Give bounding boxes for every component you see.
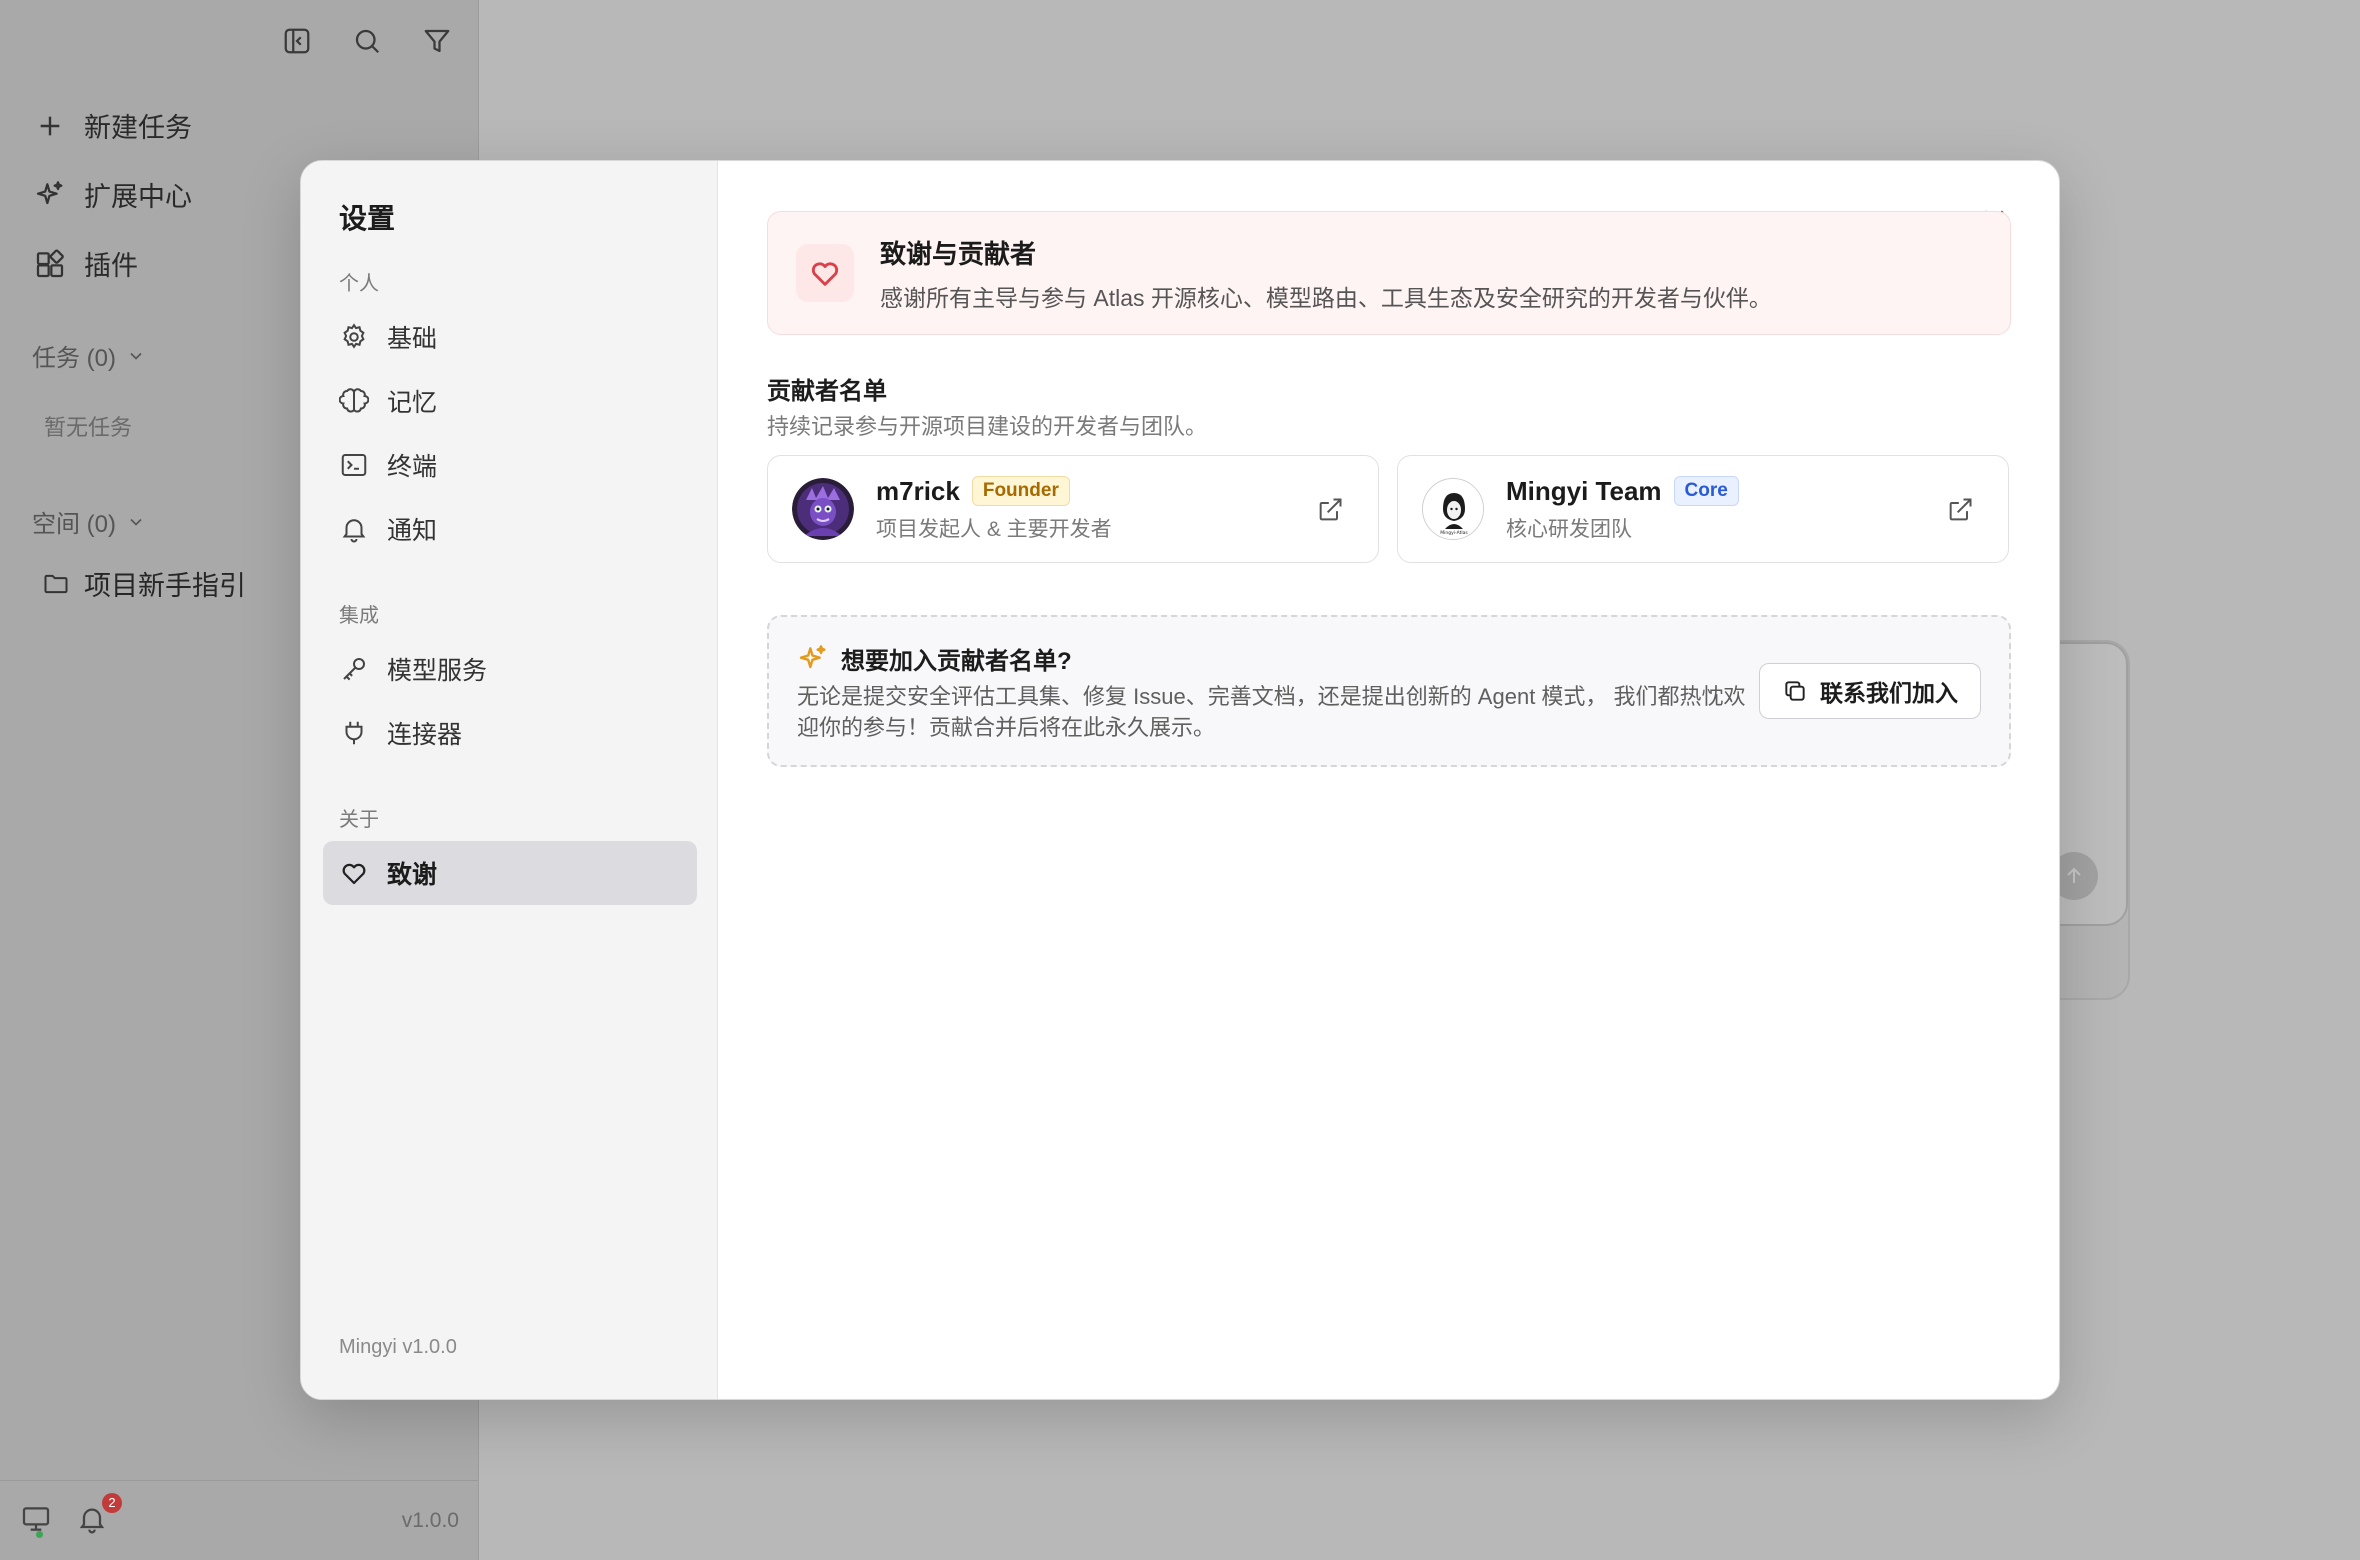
settings-item-connectors[interactable]: 连接器 [323, 701, 697, 765]
settings-item-thanks[interactable]: 致谢 [323, 841, 697, 905]
settings-item-models[interactable]: 模型服务 [323, 637, 697, 701]
arrow-up-icon [2067, 867, 2081, 883]
monitor-button[interactable] [20, 1503, 56, 1539]
contributor-info: m7rick Founder 项目发起人 & 主要开发者 [876, 476, 1112, 543]
core-badge: Core [1673, 476, 1739, 506]
group-integration-label: 集成 [339, 605, 379, 627]
status-dot [36, 1530, 43, 1538]
monitor-icon [22, 1506, 50, 1531]
space-item-guide[interactable]: 项目新手指引 [42, 564, 246, 603]
settings-item-terminal[interactable]: 终端 [323, 433, 697, 497]
settings-content: 致谢与贡献者 感谢所有主导与参与 Atlas 开源核心、模型路由、工具生态及安全… [719, 161, 2059, 1399]
key-icon [343, 658, 365, 681]
contributor-name-row: Mingyi Team Core [1506, 476, 1739, 507]
collapse-sidebar-icon[interactable] [280, 24, 314, 58]
external-link-icon [1949, 498, 1972, 521]
svg-text:Mingyi-Atlas: Mingyi-Atlas [1440, 530, 1468, 536]
join-description: 无论是提交安全评估工具集、修复 Issue、完善文档，还是提出创新的 Agent… [797, 684, 1746, 740]
app-version: v1.0.0 [401, 1508, 459, 1532]
external-link-button[interactable] [1316, 496, 1344, 524]
contact-join-label: 联系我们加入 [1820, 680, 1958, 706]
filter-icon[interactable] [420, 24, 454, 58]
tasks-section-toggle[interactable]: 任务 (0) [32, 338, 146, 373]
contributor-card[interactable]: m7rick Founder 项目发起人 & 主要开发者 [767, 455, 1379, 563]
bell-icon [342, 519, 366, 543]
settings-item-terminal-label: 终端 [387, 453, 438, 481]
heart-icon [342, 863, 366, 885]
settings-item-connectors-label: 连接器 [387, 721, 463, 749]
banner-text: 致谢与贡献者 感谢所有主导与参与 Atlas 开源核心、模型路由、工具生态及安全… [880, 234, 1772, 313]
banner-description: 感谢所有主导与参与 Atlas 开源核心、模型路由、工具生态及安全研究的开发者与… [880, 284, 1772, 311]
spaces-section-toggle[interactable]: 空间 (0) [32, 504, 146, 539]
chevron-down-icon [130, 352, 142, 360]
spaces-section-label: 空间 (0) [32, 511, 116, 538]
plugins-button[interactable]: 插件 [34, 244, 138, 283]
tasks-empty-note: 暂无任务 [44, 415, 133, 440]
settings-sidebar: 设置 个人 基础 记忆 终端 通知 集成 模型服务 连接器 关于 致谢 Ming… [301, 161, 718, 1399]
settings-modal: 设置 个人 基础 记忆 终端 通知 集成 模型服务 连接器 关于 致谢 Ming… [300, 160, 2060, 1400]
plus-icon [40, 116, 60, 135]
chevron-down-icon [130, 518, 142, 526]
settings-item-thanks-label: 致谢 [387, 861, 438, 889]
space-item-label: 项目新手指引 [84, 571, 246, 601]
plug-icon [345, 721, 363, 745]
join-contributors-panel: 想要加入贡献者名单? 无论是提交安全评估工具集、修复 Issue、完善文档，还是… [767, 615, 2011, 767]
contact-join-button[interactable]: 联系我们加入 [1759, 663, 1981, 719]
notification-badge: 2 [102, 1492, 122, 1513]
heart-icon [811, 262, 839, 286]
terminal-icon [341, 454, 367, 476]
sparkles-icon [36, 180, 63, 204]
extension-center-button[interactable]: 扩展中心 [34, 175, 192, 214]
contributors-title: 贡献者名单 [767, 378, 887, 405]
settings-item-notify[interactable]: 通知 [323, 497, 697, 561]
group-about-label: 关于 [339, 809, 379, 831]
external-link-icon [1319, 498, 1342, 521]
contributor-role: 核心研发团队 [1506, 517, 1632, 541]
notification-button[interactable]: 2 [76, 1492, 122, 1539]
join-title: 想要加入贡献者名单? [841, 648, 1072, 675]
sidebar-toolbar [280, 24, 454, 58]
group-personal-label: 个人 [339, 273, 379, 295]
settings-version: Mingyi v1.0.0 [339, 1336, 457, 1358]
extension-center-label: 扩展中心 [84, 182, 192, 212]
settings-item-basic[interactable]: 基础 [323, 305, 697, 369]
settings-item-basic-label: 基础 [387, 325, 438, 353]
folder-icon [44, 574, 68, 593]
search-icon[interactable] [350, 24, 384, 58]
join-header: 想要加入贡献者名单? [797, 641, 1072, 676]
copy-icon [1785, 681, 1805, 701]
new-task-label: 新建任务 [84, 113, 192, 143]
settings-item-memory-label: 记忆 [387, 389, 438, 417]
settings-item-models-label: 模型服务 [387, 657, 488, 685]
contributor-card[interactable]: Mingyi-Atlas Mingyi Team Core 核心研发团队 [1397, 455, 2009, 563]
thanks-banner: 致谢与贡献者 感谢所有主导与参与 Atlas 开源核心、模型路由、工具生态及安全… [767, 211, 2011, 335]
external-link-button[interactable] [1946, 496, 1974, 524]
contributor-name: Mingyi Team [1506, 475, 1662, 506]
gear-icon [343, 323, 365, 349]
contributors-subtitle: 持续记录参与开源项目建设的开发者与团队。 [767, 414, 1208, 439]
founder-badge: Founder [971, 476, 1070, 506]
sparkles-icon [799, 644, 826, 668]
banner-title: 致谢与贡献者 [880, 238, 1037, 269]
contributor-role: 项目发起人 & 主要开发者 [876, 517, 1112, 541]
new-task-button[interactable]: 新建任务 [34, 106, 192, 145]
sidebar-footer: 2 v1.0.0 [0, 1480, 479, 1560]
settings-title: 设置 [339, 203, 396, 234]
settings-item-memory[interactable]: 记忆 [323, 369, 697, 433]
plugins-label: 插件 [84, 251, 138, 281]
puzzle-icon [36, 248, 64, 277]
brain-icon [339, 388, 369, 413]
contributor-info: Mingyi Team Core 核心研发团队 [1506, 476, 1739, 543]
contributor-name-row: m7rick Founder [876, 476, 1112, 507]
avatar [792, 478, 854, 540]
settings-item-notify-label: 通知 [387, 517, 438, 545]
tasks-section-label: 任务 (0) [32, 345, 116, 372]
banner-heart-badge [796, 244, 854, 302]
contributor-name: m7rick [876, 475, 960, 506]
avatar: Mingyi-Atlas [1422, 478, 1484, 540]
